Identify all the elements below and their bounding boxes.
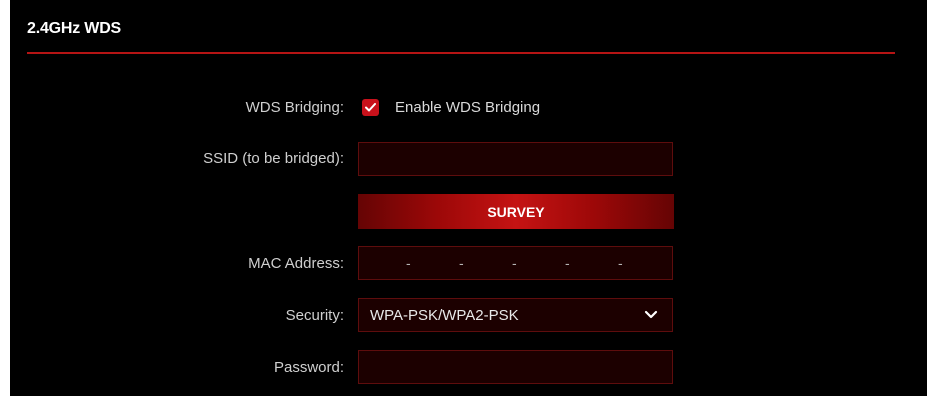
mac-separator: - — [459, 255, 464, 271]
security-label: Security: — [285, 307, 344, 324]
ssid-label: SSID (to be bridged): — [203, 150, 344, 167]
survey-button[interactable]: SURVEY — [358, 194, 674, 229]
wds-bridging-label: WDS Bridging: — [245, 99, 344, 116]
mac-separator: - — [618, 255, 623, 271]
password-input[interactable] — [358, 350, 673, 384]
mac-separator: - — [406, 255, 411, 271]
security-selected-value: WPA-PSK/WPA2-PSK — [370, 307, 519, 324]
enable-wds-label[interactable]: Enable WDS Bridging — [395, 99, 540, 116]
title-divider — [27, 52, 895, 54]
mac-address-label: MAC Address: — [248, 255, 344, 272]
security-select[interactable]: WPA-PSK/WPA2-PSK — [358, 298, 673, 332]
chevron-down-icon[interactable] — [644, 310, 658, 320]
section-title: 2.4GHz WDS — [27, 20, 122, 37]
wds-settings-panel: 2.4GHz WDS WDS Bridging: Enable WDS Brid… — [10, 0, 927, 396]
mac-separator: - — [512, 255, 517, 271]
mac-separator: - — [565, 255, 570, 271]
mac-address-input[interactable]: - - - - - — [358, 246, 673, 280]
password-label: Password: — [273, 359, 344, 376]
enable-wds-checkbox[interactable] — [362, 99, 379, 116]
ssid-input[interactable] — [358, 142, 673, 176]
checkmark-icon — [365, 103, 376, 112]
